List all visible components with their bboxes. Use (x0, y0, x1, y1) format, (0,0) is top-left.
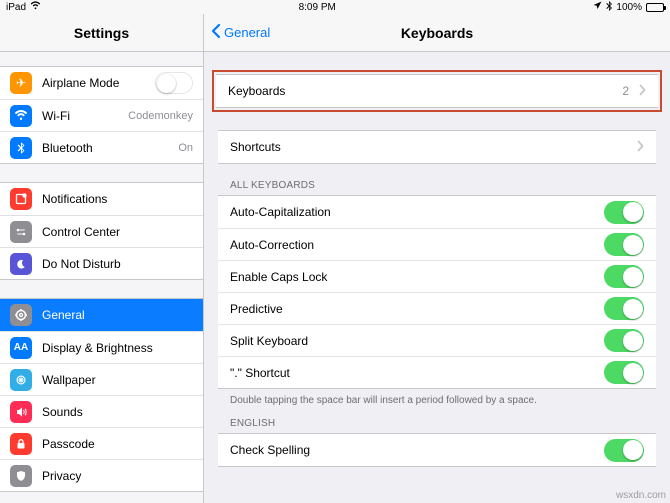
sidebar-item-notifications[interactable]: Notifications (0, 183, 203, 215)
sidebar-item-privacy[interactable]: Privacy (0, 459, 203, 491)
label-wallpaper: Wallpaper (42, 373, 193, 387)
label-display: Display & Brightness (42, 341, 193, 355)
location-icon (593, 1, 602, 13)
label-notifications: Notifications (42, 192, 193, 206)
privacy-icon (10, 465, 32, 487)
passcode-icon (10, 433, 32, 455)
label-bluetooth: Bluetooth (42, 141, 168, 155)
detail-title: Keyboards (204, 25, 670, 41)
airplane-toggle[interactable] (155, 72, 193, 94)
sidebar-item-passcode[interactable]: Passcode (0, 427, 203, 459)
label-predictive: Predictive (230, 302, 594, 316)
sidebar-item-wifi[interactable]: Wi-Fi Codemonkey (0, 99, 203, 131)
device-label: iPad (6, 2, 26, 13)
sidebar: Settings ✈ Airplane Mode Wi-Fi Codemonke… (0, 14, 204, 503)
row-auto-capitalization[interactable]: Auto-Capitalization (218, 196, 656, 228)
sidebar-item-sounds[interactable]: Sounds (0, 395, 203, 427)
toggle-auto-cap[interactable] (604, 201, 644, 224)
label-airplane: Airplane Mode (42, 76, 145, 90)
battery-pct: 100% (616, 2, 642, 13)
sounds-icon (10, 401, 32, 423)
sidebar-item-control-center[interactable]: Control Center (0, 215, 203, 247)
section-english: ENGLISH (230, 418, 644, 429)
back-label: General (224, 25, 270, 40)
label-keyboards: Keyboards (228, 84, 612, 98)
row-auto-correction[interactable]: Auto-Correction (218, 228, 656, 260)
label-general: General (42, 308, 193, 322)
toggle-predictive[interactable] (604, 297, 644, 320)
dnd-icon (10, 253, 32, 275)
value-wifi: Codemonkey (128, 110, 193, 122)
sidebar-title: Settings (74, 25, 129, 41)
label-control-center: Control Center (42, 225, 193, 239)
sidebar-item-wallpaper[interactable]: Wallpaper (0, 363, 203, 395)
label-wifi: Wi-Fi (42, 109, 118, 123)
label-auto-corr: Auto-Correction (230, 238, 594, 252)
label-caps-lock: Enable Caps Lock (230, 270, 594, 284)
row-period-shortcut[interactable]: "." Shortcut (218, 356, 656, 388)
sidebar-item-bluetooth[interactable]: Bluetooth On (0, 131, 203, 163)
toggle-split-kb[interactable] (604, 329, 644, 352)
label-split-kb: Split Keyboard (230, 334, 594, 348)
airplane-icon: ✈ (10, 72, 32, 94)
label-auto-cap: Auto-Capitalization (230, 205, 594, 219)
section-all-keyboards: ALL KEYBOARDS (230, 180, 644, 191)
sidebar-header: Settings (0, 14, 203, 52)
sidebar-item-dnd[interactable]: Do Not Disturb (0, 247, 203, 279)
control-center-icon (10, 221, 32, 243)
row-shortcuts[interactable]: Shortcuts (218, 131, 656, 163)
wallpaper-icon (10, 369, 32, 391)
chevron-right-icon (639, 84, 646, 99)
battery-icon (646, 3, 664, 12)
label-check-spelling: Check Spelling (230, 443, 594, 457)
toggle-check-spelling[interactable] (604, 439, 644, 462)
back-button[interactable]: General (204, 22, 270, 43)
sidebar-item-general[interactable]: General (0, 299, 203, 331)
value-keyboards-count: 2 (622, 84, 629, 98)
row-caps-lock[interactable]: Enable Caps Lock (218, 260, 656, 292)
toggle-period-shortcut[interactable] (604, 361, 644, 384)
footer-period: Double tapping the space bar will insert… (230, 395, 644, 406)
notifications-icon (10, 188, 32, 210)
wifi-status-icon (30, 1, 41, 13)
chevron-right-icon (637, 140, 644, 155)
chevron-left-icon (210, 22, 222, 43)
row-check-spelling[interactable]: Check Spelling (218, 434, 656, 466)
detail-header: General Keyboards (204, 14, 670, 52)
label-passcode: Passcode (42, 437, 193, 451)
status-bar: iPad 8:09 PM 100% (0, 0, 670, 14)
general-icon (10, 304, 32, 326)
detail-pane: General Keyboards Keyboards 2 (204, 14, 670, 503)
highlight-annotation: Keyboards 2 (212, 70, 662, 112)
label-sounds: Sounds (42, 405, 193, 419)
sidebar-item-display[interactable]: AA Display & Brightness (0, 331, 203, 363)
label-privacy: Privacy (42, 469, 193, 483)
display-icon: AA (10, 337, 32, 359)
row-split-keyboard[interactable]: Split Keyboard (218, 324, 656, 356)
bluetooth-icon (10, 137, 32, 159)
toggle-auto-corr[interactable] (604, 233, 644, 256)
label-period-shortcut: "." Shortcut (230, 366, 594, 380)
row-predictive[interactable]: Predictive (218, 292, 656, 324)
wifi-icon (10, 105, 32, 127)
value-bluetooth: On (178, 142, 193, 154)
label-dnd: Do Not Disturb (42, 257, 193, 271)
toggle-caps-lock[interactable] (604, 265, 644, 288)
row-keyboards[interactable]: Keyboards 2 (216, 75, 658, 107)
watermark: wsxdn.com (616, 490, 666, 501)
status-time: 8:09 PM (299, 2, 336, 13)
bluetooth-status-icon (606, 1, 612, 14)
sidebar-item-airplane[interactable]: ✈ Airplane Mode (0, 67, 203, 99)
label-shortcuts: Shortcuts (230, 140, 627, 154)
